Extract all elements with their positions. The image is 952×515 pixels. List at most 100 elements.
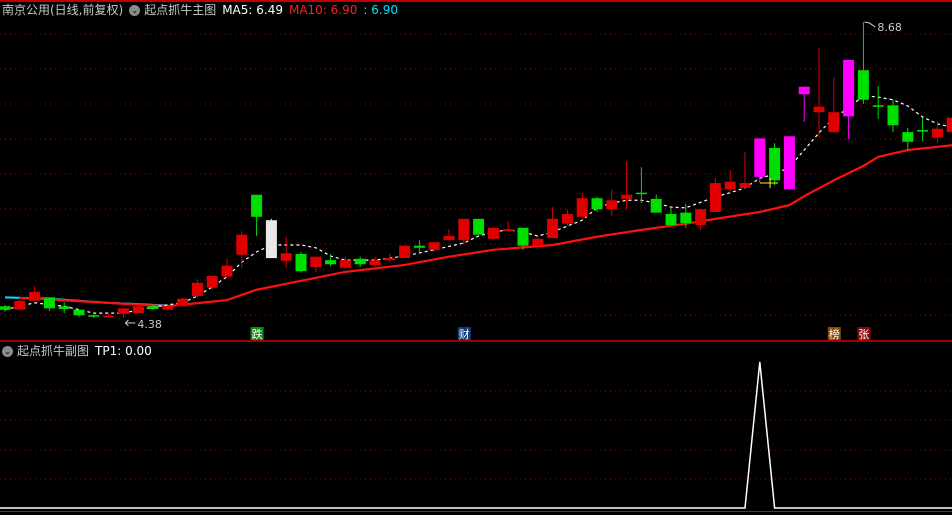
grid-lines bbox=[0, 33, 952, 512]
candle-body bbox=[73, 309, 85, 316]
candle-body bbox=[843, 59, 855, 117]
candle-body bbox=[487, 227, 499, 239]
candle-body bbox=[310, 256, 322, 268]
candle-body bbox=[354, 258, 366, 265]
candle-body bbox=[635, 192, 647, 195]
candle-body bbox=[443, 236, 455, 241]
low-price-label: 4.38 bbox=[137, 318, 162, 331]
candle-body bbox=[561, 214, 573, 224]
candle bbox=[280, 236, 292, 268]
candle bbox=[43, 297, 55, 312]
candle-body bbox=[147, 306, 159, 310]
candle bbox=[606, 189, 618, 217]
candle-body bbox=[132, 306, 144, 314]
candle bbox=[695, 209, 707, 230]
candle-body bbox=[117, 308, 129, 314]
candle bbox=[946, 117, 952, 133]
candle-body bbox=[650, 198, 662, 213]
candle bbox=[443, 229, 455, 241]
candle-body bbox=[206, 275, 218, 288]
signal-badge: 财 bbox=[457, 327, 471, 341]
sub-chart bbox=[0, 361, 952, 509]
annotations: 跌财榜张 bbox=[124, 21, 876, 341]
candle bbox=[665, 207, 677, 226]
candle-body bbox=[339, 260, 351, 268]
candle bbox=[650, 194, 662, 213]
candle-body bbox=[798, 86, 810, 95]
candle bbox=[29, 286, 41, 301]
candle-body bbox=[917, 130, 929, 132]
candle bbox=[857, 22, 869, 104]
signal-badge-text: 榜 bbox=[829, 327, 840, 341]
candle bbox=[117, 307, 129, 318]
candle bbox=[191, 279, 203, 298]
candle bbox=[384, 253, 396, 263]
candle bbox=[872, 86, 884, 120]
candle-body bbox=[384, 258, 396, 261]
candle-body bbox=[103, 315, 115, 318]
candle bbox=[813, 48, 825, 138]
candle bbox=[931, 121, 943, 144]
candle bbox=[103, 313, 115, 318]
candle bbox=[828, 77, 840, 133]
candle-body bbox=[502, 229, 514, 232]
candle-body bbox=[591, 198, 603, 210]
candle bbox=[58, 302, 70, 314]
candle-body bbox=[162, 306, 174, 310]
signal-badge: 张 bbox=[857, 327, 871, 341]
candle-body bbox=[295, 253, 307, 272]
candle-body bbox=[946, 117, 952, 133]
candle-body bbox=[621, 194, 633, 199]
candle bbox=[236, 231, 248, 268]
candle-body bbox=[191, 282, 203, 296]
signal-badge-text: 跌 bbox=[252, 327, 263, 341]
candle bbox=[724, 169, 736, 193]
candle bbox=[591, 196, 603, 212]
candle-body bbox=[769, 147, 781, 181]
signal-badge: 跌 bbox=[250, 327, 264, 341]
candle-body bbox=[0, 306, 11, 310]
candle bbox=[310, 256, 322, 272]
ma-short-line bbox=[4, 95, 952, 314]
candle bbox=[177, 298, 189, 307]
candle bbox=[295, 251, 307, 273]
candle-body bbox=[902, 132, 914, 142]
candle-body bbox=[458, 218, 470, 241]
candle bbox=[547, 207, 559, 239]
candle bbox=[162, 305, 174, 311]
candle-body bbox=[236, 234, 248, 255]
candle bbox=[621, 161, 633, 210]
ma-long-line bbox=[19, 144, 952, 308]
candle-body bbox=[325, 260, 337, 265]
candle bbox=[251, 194, 263, 237]
candle-body bbox=[709, 183, 721, 212]
candle-body bbox=[43, 297, 55, 309]
candle bbox=[502, 220, 514, 232]
candle bbox=[73, 309, 85, 318]
candle-body bbox=[828, 112, 840, 133]
candle-body bbox=[724, 181, 736, 190]
candle bbox=[473, 218, 485, 235]
candle bbox=[754, 138, 766, 184]
high-price-label: 8.68 bbox=[877, 21, 902, 34]
candle-body bbox=[754, 138, 766, 177]
candle-body bbox=[547, 218, 559, 239]
candle bbox=[221, 258, 233, 277]
candle bbox=[206, 275, 218, 290]
candle bbox=[339, 256, 351, 270]
candle bbox=[265, 218, 277, 259]
candle-body bbox=[680, 212, 692, 223]
high-arrow bbox=[864, 21, 876, 28]
candle bbox=[561, 209, 573, 226]
signal-badge-text: 财 bbox=[459, 327, 470, 341]
kline-chart[interactable]: 跌 财 榜 张 8.68 4.38 bbox=[0, 0, 952, 515]
candle bbox=[709, 178, 721, 212]
candle bbox=[783, 136, 795, 190]
candle-body bbox=[14, 300, 26, 310]
ma-lines bbox=[4, 95, 952, 314]
candle-body bbox=[783, 136, 795, 190]
candle bbox=[769, 143, 781, 186]
candle-body bbox=[88, 315, 100, 317]
candle bbox=[487, 227, 499, 239]
candle-body bbox=[280, 253, 292, 261]
